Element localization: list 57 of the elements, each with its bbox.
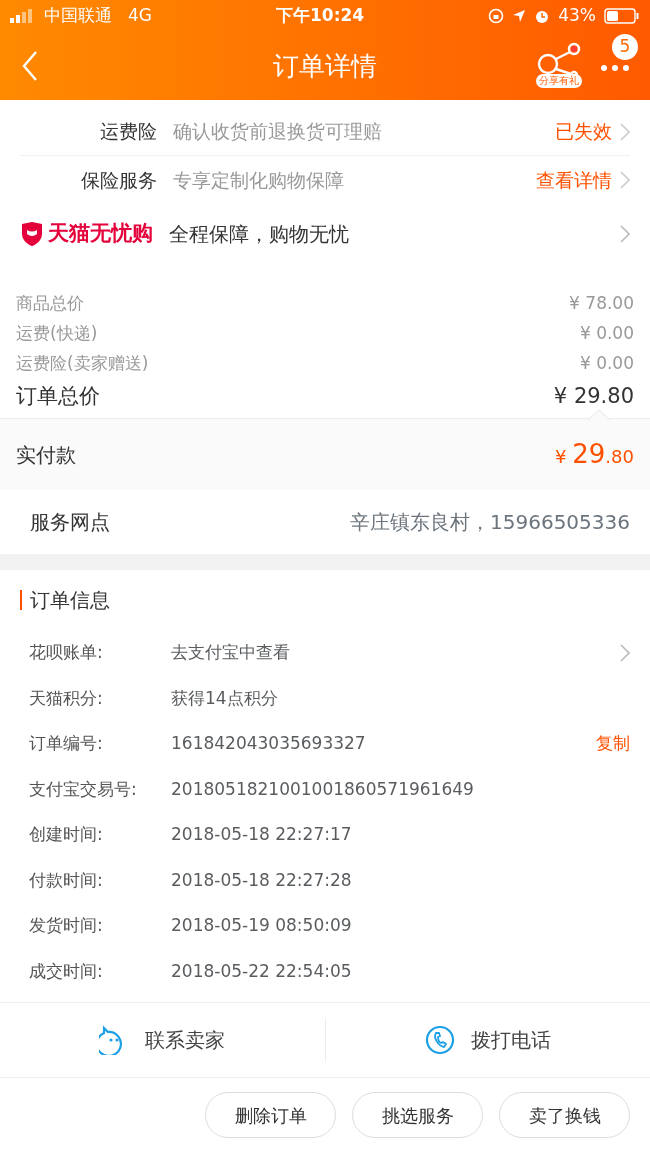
info-label: 创建时间: xyxy=(29,823,104,846)
info-value: 2018-05-18 22:27:17 xyxy=(171,823,353,846)
info-label: 订单编号: xyxy=(29,732,104,755)
info-value: 2018-05-18 22:27:28 xyxy=(171,868,353,892)
phone-icon xyxy=(424,1025,455,1055)
info-value: 获得14点积分 xyxy=(171,686,279,710)
info-value: 2018-05-22 22:54:05 xyxy=(171,959,353,983)
price-label: 订单总价 xyxy=(16,383,100,410)
action-button[interactable]: 挑选服务 xyxy=(352,1092,483,1138)
info-value: 2018-05-19 08:50:09 xyxy=(171,914,353,937)
row-description: 专享定制化购物保障 xyxy=(173,167,345,193)
service-point-value: 辛庄镇东良村，15966505336 xyxy=(350,509,630,536)
action-button[interactable]: 删除订单 xyxy=(205,1092,336,1138)
page-title: 订单详情 xyxy=(273,49,377,83)
info-value: 161842043035693327 xyxy=(171,732,367,755)
row-label: 保险服务 xyxy=(80,167,157,193)
price-value: ¥ 0.00 xyxy=(579,322,634,345)
info-label: 发货时间: xyxy=(29,914,104,937)
paid-amount: ¥ 29.80 xyxy=(555,438,634,471)
action-button[interactable]: 卖了换钱 xyxy=(499,1092,630,1138)
clock-time: 下午10:24 xyxy=(276,4,365,28)
chevron-icon xyxy=(620,171,630,189)
back-icon[interactable] xyxy=(22,51,38,81)
chevron-icon xyxy=(620,225,630,243)
location-icon xyxy=(512,9,527,23)
notification-badge: 5 xyxy=(612,34,638,60)
row-description: 确认收货前退换货可理赔 xyxy=(173,119,383,145)
price-label: 商品总价 xyxy=(16,292,84,315)
service-point-label: 服务网点 xyxy=(30,509,110,536)
info-label: 天猫积分: xyxy=(29,686,104,710)
rotation-lock-icon xyxy=(488,8,505,24)
info-value: 2018051821001001860571961649 xyxy=(171,777,475,801)
guarantee-text: 全程保障，购物无忧 xyxy=(169,221,350,248)
shield-icon xyxy=(20,221,44,247)
row-label: 运费险 xyxy=(99,119,157,145)
info-label: 支付宝交易号: xyxy=(29,777,138,801)
alarm-icon xyxy=(534,8,551,24)
info-value: 去支付宝中查看 xyxy=(171,641,291,664)
price-value: ¥ 0.00 xyxy=(579,352,634,375)
battery-percent: 43% xyxy=(558,4,596,28)
section-title: 订单信息 xyxy=(20,590,630,610)
price-value: ¥ 78.00 xyxy=(569,292,634,315)
info-label: 付款时间: xyxy=(29,868,104,892)
price-label: 运费(快递) xyxy=(16,322,98,345)
carrier-name: 中国联通 xyxy=(44,4,112,28)
info-label: 成交时间: xyxy=(29,959,104,983)
contact-button[interactable]: 联系卖家 xyxy=(0,1019,325,1061)
battery-icon xyxy=(604,8,640,24)
more-icon[interactable] xyxy=(600,64,630,72)
brand-name: 天猫无忧购 xyxy=(48,220,153,248)
network-type: 4G xyxy=(128,4,152,28)
info-label: 花呗账单: xyxy=(29,641,104,664)
paid-label: 实付款 xyxy=(16,441,76,469)
chevron-icon xyxy=(620,122,630,141)
price-value: ¥ 29.80 xyxy=(553,383,634,410)
price-label: 运费险(卖家赠送) xyxy=(16,352,149,375)
contact-button[interactable]: 拨打电话 xyxy=(325,1019,650,1061)
